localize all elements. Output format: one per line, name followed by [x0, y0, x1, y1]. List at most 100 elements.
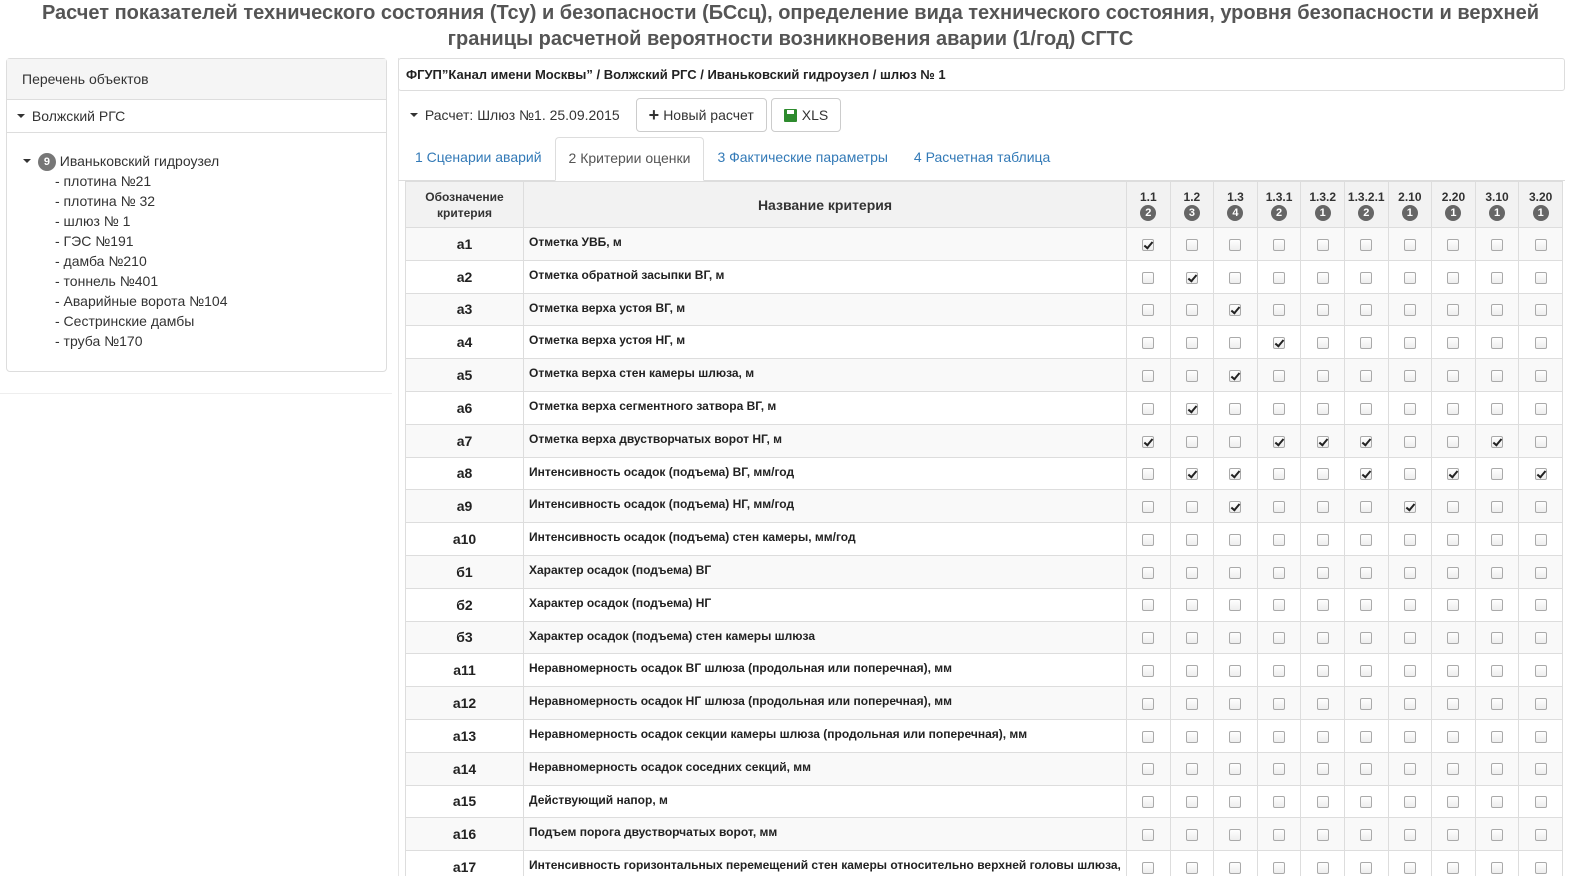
- criterion-checkbox[interactable]: [1534, 599, 1547, 612]
- criterion-checkbox[interactable]: [1273, 632, 1286, 645]
- criterion-checkbox[interactable]: [1491, 501, 1504, 514]
- criterion-checkbox[interactable]: [1316, 861, 1329, 874]
- criterion-checkbox[interactable]: [1360, 304, 1373, 317]
- criterion-checkbox[interactable]: [1142, 238, 1155, 251]
- criterion-checkbox[interactable]: [1316, 730, 1329, 743]
- criterion-checkbox[interactable]: [1534, 501, 1547, 514]
- criterion-checkbox[interactable]: [1273, 599, 1286, 612]
- criterion-checkbox[interactable]: [1316, 369, 1329, 382]
- criterion-checkbox[interactable]: [1273, 796, 1286, 809]
- criterion-checkbox[interactable]: [1316, 402, 1329, 415]
- criterion-checkbox[interactable]: [1403, 665, 1416, 678]
- criterion-checkbox[interactable]: [1403, 337, 1416, 350]
- criterion-checkbox[interactable]: [1447, 599, 1460, 612]
- criterion-checkbox[interactable]: [1534, 829, 1547, 842]
- criterion-checkbox[interactable]: [1316, 796, 1329, 809]
- criterion-checkbox[interactable]: [1447, 468, 1460, 481]
- criterion-checkbox[interactable]: [1273, 829, 1286, 842]
- criterion-checkbox[interactable]: [1360, 402, 1373, 415]
- criterion-checkbox[interactable]: [1491, 402, 1504, 415]
- criterion-checkbox[interactable]: [1142, 763, 1155, 776]
- criterion-checkbox[interactable]: [1273, 730, 1286, 743]
- criterion-checkbox[interactable]: [1491, 599, 1504, 612]
- criterion-checkbox[interactable]: [1229, 763, 1242, 776]
- criterion-checkbox[interactable]: [1273, 271, 1286, 284]
- criterion-checkbox[interactable]: [1229, 238, 1242, 251]
- criterion-checkbox[interactable]: [1229, 566, 1242, 579]
- criterion-checkbox[interactable]: [1185, 337, 1198, 350]
- criterion-checkbox[interactable]: [1185, 665, 1198, 678]
- criterion-checkbox[interactable]: [1273, 369, 1286, 382]
- criterion-checkbox[interactable]: [1447, 304, 1460, 317]
- criterion-checkbox[interactable]: [1403, 501, 1416, 514]
- criterion-checkbox[interactable]: [1142, 665, 1155, 678]
- criterion-checkbox[interactable]: [1316, 271, 1329, 284]
- criterion-checkbox[interactable]: [1273, 861, 1286, 874]
- sidebar-group-toggle[interactable]: Волжский РГС: [7, 100, 386, 133]
- criterion-checkbox[interactable]: [1229, 271, 1242, 284]
- tree-item[interactable]: - Сестринские дамбы: [55, 311, 370, 331]
- xls-export-button[interactable]: XLS: [770, 98, 842, 132]
- criterion-checkbox[interactable]: [1229, 697, 1242, 710]
- tab-3[interactable]: 3 Фактические параметры: [704, 137, 900, 180]
- criterion-checkbox[interactable]: [1316, 337, 1329, 350]
- criterion-checkbox[interactable]: [1316, 533, 1329, 546]
- criterion-checkbox[interactable]: [1403, 730, 1416, 743]
- criterion-checkbox[interactable]: [1142, 501, 1155, 514]
- criterion-checkbox[interactable]: [1142, 337, 1155, 350]
- criterion-checkbox[interactable]: [1403, 632, 1416, 645]
- criterion-checkbox[interactable]: [1447, 369, 1460, 382]
- criterion-checkbox[interactable]: [1534, 632, 1547, 645]
- criterion-checkbox[interactable]: [1491, 435, 1504, 448]
- criterion-checkbox[interactable]: [1142, 533, 1155, 546]
- tree-item[interactable]: - плотина №21: [55, 171, 370, 191]
- criterion-checkbox[interactable]: [1185, 468, 1198, 481]
- criterion-checkbox[interactable]: [1534, 796, 1547, 809]
- criterion-checkbox[interactable]: [1360, 533, 1373, 546]
- criterion-checkbox[interactable]: [1142, 369, 1155, 382]
- criterion-checkbox[interactable]: [1273, 566, 1286, 579]
- criterion-checkbox[interactable]: [1447, 238, 1460, 251]
- criterion-checkbox[interactable]: [1491, 632, 1504, 645]
- criterion-checkbox[interactable]: [1229, 599, 1242, 612]
- criterion-checkbox[interactable]: [1360, 468, 1373, 481]
- criterion-checkbox[interactable]: [1142, 861, 1155, 874]
- tree-item[interactable]: - шлюз № 1: [55, 211, 370, 231]
- criterion-checkbox[interactable]: [1360, 501, 1373, 514]
- criterion-checkbox[interactable]: [1229, 796, 1242, 809]
- criterion-checkbox[interactable]: [1534, 271, 1547, 284]
- criterion-checkbox[interactable]: [1447, 665, 1460, 678]
- criterion-checkbox[interactable]: [1229, 402, 1242, 415]
- criterion-checkbox[interactable]: [1534, 730, 1547, 743]
- criterion-checkbox[interactable]: [1229, 829, 1242, 842]
- criterion-checkbox[interactable]: [1229, 533, 1242, 546]
- criterion-checkbox[interactable]: [1229, 501, 1242, 514]
- criterion-checkbox[interactable]: [1534, 763, 1547, 776]
- tree-item[interactable]: - дамба №210: [55, 251, 370, 271]
- criterion-checkbox[interactable]: [1185, 829, 1198, 842]
- criterion-checkbox[interactable]: [1273, 238, 1286, 251]
- criterion-checkbox[interactable]: [1316, 501, 1329, 514]
- criterion-checkbox[interactable]: [1447, 271, 1460, 284]
- criterion-checkbox[interactable]: [1403, 599, 1416, 612]
- criterion-checkbox[interactable]: [1316, 697, 1329, 710]
- criterion-checkbox[interactable]: [1403, 763, 1416, 776]
- criterion-checkbox[interactable]: [1491, 796, 1504, 809]
- criterion-checkbox[interactable]: [1447, 337, 1460, 350]
- tab-4[interactable]: 4 Расчетная таблица: [901, 137, 1063, 180]
- criterion-checkbox[interactable]: [1534, 369, 1547, 382]
- criterion-checkbox[interactable]: [1185, 435, 1198, 448]
- criterion-checkbox[interactable]: [1316, 829, 1329, 842]
- criterion-checkbox[interactable]: [1491, 337, 1504, 350]
- criterion-checkbox[interactable]: [1316, 566, 1329, 579]
- calc-dropdown[interactable]: Расчет: Шлюз №1. 25.09.2015: [410, 107, 620, 123]
- criterion-checkbox[interactable]: [1142, 632, 1155, 645]
- tree-item[interactable]: - плотина № 32: [55, 191, 370, 211]
- criterion-checkbox[interactable]: [1185, 697, 1198, 710]
- criterion-checkbox[interactable]: [1273, 763, 1286, 776]
- tab-2[interactable]: 2 Критерии оценки: [554, 137, 705, 181]
- criterion-checkbox[interactable]: [1491, 697, 1504, 710]
- criterion-checkbox[interactable]: [1229, 468, 1242, 481]
- criterion-checkbox[interactable]: [1403, 829, 1416, 842]
- criterion-checkbox[interactable]: [1273, 533, 1286, 546]
